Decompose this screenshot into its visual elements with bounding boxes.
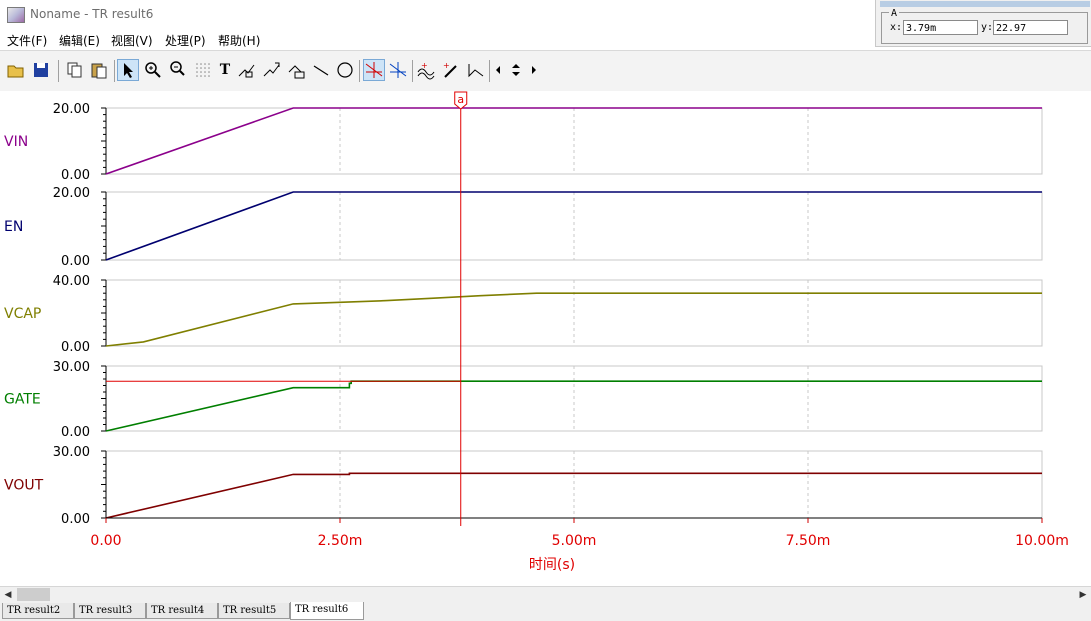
cursor-x-field[interactable]: 3.79m	[903, 20, 978, 35]
x-tick-label: 10.00m	[1015, 533, 1069, 549]
probe-icon[interactable]: +	[441, 60, 461, 80]
tab-tr-result6[interactable]: TR result6	[290, 602, 364, 620]
cursor-group-label: A	[889, 8, 900, 19]
y-tick-label: 40.00	[53, 274, 90, 289]
menu-help[interactable]: 帮助(H)	[218, 32, 260, 49]
horizontal-scrollbar[interactable]: ◀ ▶	[0, 586, 1091, 603]
cursor-x-label: x:	[890, 22, 903, 33]
x-tick-label: 5.00m	[552, 533, 597, 549]
step-icon[interactable]	[466, 60, 486, 80]
toolbar: T + +	[0, 50, 1091, 91]
y-tick-label: 0.00	[61, 168, 90, 183]
zoom-in-icon[interactable]	[143, 60, 163, 80]
cursor-a-flag-label: a	[457, 93, 464, 106]
text-icon[interactable]: T	[215, 60, 235, 80]
open-icon[interactable]	[6, 60, 26, 80]
arrow-left-icon[interactable]	[492, 60, 504, 80]
panel-header	[880, 1, 1090, 7]
series-label-vout: VOUT	[4, 478, 44, 494]
cursor-b-icon[interactable]	[388, 60, 408, 80]
y-tick-label: 0.00	[61, 254, 90, 269]
x-axis-title: 时间(s)	[529, 557, 575, 573]
svg-text:+: +	[443, 61, 450, 70]
series-label-en: EN	[4, 219, 23, 235]
cursor-readout-panel: A x: 3.79m y: 22.97	[875, 0, 1091, 47]
svg-text:+: +	[421, 61, 428, 70]
axis-label-icon[interactable]	[287, 60, 307, 80]
marker-icon[interactable]	[262, 60, 282, 80]
toolbar-separator	[359, 60, 360, 82]
cursor-y-label: y:	[981, 22, 994, 33]
y-tick-label: 0.00	[61, 425, 90, 440]
paste-icon[interactable]	[89, 60, 109, 80]
y-tick-label: 20.00	[53, 102, 90, 117]
x-tick-label: 0.00	[90, 533, 121, 549]
scroll-left-icon[interactable]: ◀	[0, 587, 16, 603]
series-label-gate: GATE	[4, 392, 41, 408]
waveform-icon[interactable]: +	[416, 60, 436, 80]
menu-process[interactable]: 处理(P)	[165, 32, 206, 49]
menu-bar: 文件(F) 编辑(E) 视图(V) 处理(P) 帮助(H)	[0, 30, 875, 50]
arrow-up-down-icon[interactable]	[508, 60, 524, 80]
series-label-vin: VIN	[4, 134, 28, 150]
line-icon[interactable]	[311, 60, 331, 80]
label-icon[interactable]	[237, 60, 257, 80]
result-tabs: TR result2 TR result3 TR result4 TR resu…	[0, 602, 1091, 621]
menu-view[interactable]: 视图(V)	[111, 32, 153, 49]
y-tick-label: 30.00	[53, 445, 90, 460]
app-icon	[7, 7, 25, 23]
cursor-y-field[interactable]: 22.97	[993, 20, 1068, 35]
cursor-a-icon[interactable]	[363, 59, 385, 81]
toolbar-separator	[58, 60, 59, 82]
series-label-vcap: VCAP	[4, 306, 41, 322]
toolbar-separator	[489, 60, 490, 82]
window-title: Noname - TR result6	[30, 7, 154, 21]
x-tick-label: 7.50m	[786, 533, 831, 549]
circle-icon[interactable]	[335, 60, 355, 80]
tab-tr-result4[interactable]: TR result4	[146, 603, 218, 619]
y-tick-label: 20.00	[53, 186, 90, 201]
tab-tr-result5[interactable]: TR result5	[218, 603, 290, 619]
zoom-100-icon[interactable]	[168, 60, 188, 80]
save-icon[interactable]	[31, 60, 51, 80]
waveform-chart[interactable]: 20.00 0.00 VIN 20.00 0.00 EN 40.00 0.00 VCAP 30.0…	[0, 90, 1091, 586]
pointer-icon[interactable]	[117, 59, 139, 81]
copy-icon[interactable]	[64, 60, 84, 80]
y-tick-label: 0.00	[61, 512, 90, 527]
toolbar-separator	[412, 60, 413, 82]
panel-frame	[105, 191, 1043, 261]
tab-tr-result3[interactable]: TR result3	[74, 603, 146, 619]
arrow-right-icon[interactable]	[528, 60, 540, 80]
tab-tr-result2[interactable]: TR result2	[2, 603, 74, 619]
x-tick-label: 2.50m	[318, 533, 363, 549]
toolbar-separator	[114, 60, 115, 82]
menu-file[interactable]: 文件(F)	[7, 32, 47, 49]
scroll-right-icon[interactable]: ▶	[1075, 587, 1091, 603]
grid-icon[interactable]	[193, 60, 213, 80]
y-tick-label: 0.00	[61, 340, 90, 355]
menu-edit[interactable]: 编辑(E)	[59, 32, 100, 49]
y-tick-label: 30.00	[53, 360, 90, 375]
scroll-thumb[interactable]	[17, 588, 50, 601]
